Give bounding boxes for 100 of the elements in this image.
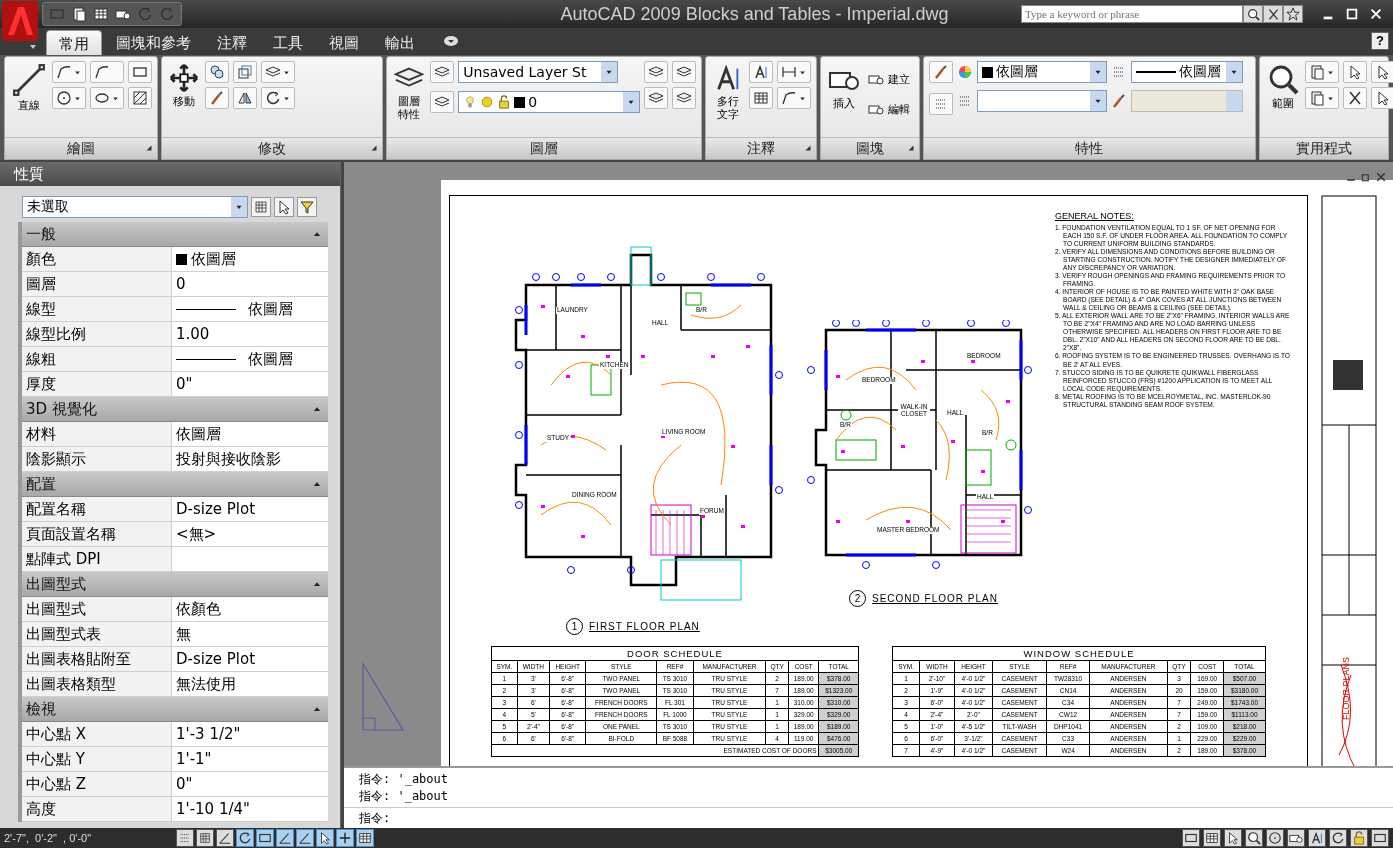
annotation-scale-button[interactable] [1308, 829, 1326, 847]
match-properties-button[interactable] [928, 61, 953, 83]
extents-button[interactable]: 範圍 [1265, 61, 1301, 113]
panel-title[interactable]: 圖塊 [821, 137, 919, 159]
line-sample [1135, 71, 1176, 73]
color-dropdown[interactable]: 依圖層 [976, 61, 1107, 83]
insert-block-button[interactable]: 插入 [826, 61, 863, 113]
panel-title[interactable]: 實用程式 [1260, 137, 1388, 159]
ribbon-tab[interactable]: 輸出 [373, 30, 427, 55]
layer-state-dropdown[interactable]: Unsaved Layer St [458, 61, 619, 83]
panel-title[interactable]: 特性 [923, 137, 1255, 159]
color-swatch [514, 96, 526, 108]
property-value[interactable]: 依顏色 [172, 597, 328, 621]
property-value[interactable]: <無> [172, 522, 328, 546]
ribbon-tab[interactable]: 常用 [46, 30, 102, 55]
move-button[interactable]: 移動 [167, 61, 201, 111]
panel-title[interactable]: 修改 [162, 137, 383, 159]
select-button[interactable] [1371, 61, 1393, 83]
cut-button[interactable] [1343, 87, 1367, 109]
property-label: 中心點 X [22, 722, 172, 746]
move-icon [169, 63, 199, 93]
property-value[interactable]: 1'-1" [172, 747, 328, 771]
property-value[interactable]: 0" [172, 772, 328, 796]
property-value[interactable]: 依圖層 [172, 347, 328, 371]
close-icon[interactable] [1375, 171, 1387, 183]
panel-title[interactable]: 繪圖 [5, 137, 157, 159]
search-icon [1246, 7, 1260, 21]
app-logo-icon[interactable] [2, 1, 38, 51]
hatch-button[interactable] [128, 87, 152, 109]
property-value[interactable]: 0 [172, 272, 328, 296]
line-icon [12, 63, 46, 97]
panel-title[interactable]: 圖層 [387, 137, 702, 159]
scale-button[interactable] [233, 61, 257, 83]
property-value[interactable]: 無 [172, 622, 328, 646]
restore-icon[interactable] [1360, 171, 1372, 183]
property-value[interactable]: 依圖層 [172, 247, 328, 271]
layer-properties-button[interactable]: 圖層特性 [392, 61, 427, 124]
circle-button[interactable] [52, 87, 86, 109]
line-button[interactable]: 直線 [10, 61, 48, 115]
select-objects-button[interactable] [274, 197, 294, 217]
ortho-toggle[interactable] [216, 829, 234, 847]
section-header[interactable]: 3D 視覺化 [22, 397, 328, 422]
create-block-button[interactable]: 建立 [866, 69, 913, 89]
layer-dropdown[interactable]: 0 [458, 91, 641, 113]
text-button[interactable]: 多行文字 [711, 61, 746, 124]
rectangle-button[interactable] [128, 61, 152, 83]
polyline-button[interactable] [52, 61, 86, 83]
copy-button[interactable] [205, 61, 229, 83]
property-label: 陰影顯示 [22, 447, 172, 471]
lineweight-dropdown[interactable]: 依圖層 [1130, 61, 1243, 83]
section-header[interactable]: 配置 [22, 472, 328, 497]
property-value[interactable]: 1'-3 1/2" [172, 722, 328, 746]
toggle-pickadd-button[interactable] [251, 197, 271, 217]
property-value[interactable]: 投射與接收陰影 [172, 447, 328, 471]
polyline-arc-button[interactable] [90, 61, 124, 83]
edit-block-button[interactable]: 編輯 [866, 99, 913, 119]
property-value[interactable]: 依圖層 [172, 297, 328, 321]
favorites-button[interactable] [1283, 5, 1303, 23]
text-style-button[interactable] [749, 61, 774, 83]
palette-title: 性質 [14, 164, 44, 184]
panel-title[interactable]: 注釋 [706, 137, 817, 159]
grid-toggle[interactable] [196, 829, 214, 847]
ribbon-tab[interactable]: 工具 [261, 30, 315, 55]
selection-dropdown[interactable]: 未選取 [22, 196, 248, 218]
schedule-title: WINDOW SCHEDULE [892, 646, 1266, 661]
property-value[interactable]: 無法使用 [172, 672, 328, 696]
property-value[interactable]: D-size Plot [172, 497, 328, 521]
ribbon-menu-icon[interactable] [443, 33, 459, 49]
property-label: 線型 [22, 297, 172, 321]
property-value[interactable]: 0" [172, 372, 328, 396]
ribbon-tab[interactable]: 視圖 [317, 30, 371, 55]
search-field[interactable]: Type a keyword or phrase [1021, 5, 1243, 23]
property-value[interactable]: 1'-10 1/4" [172, 797, 328, 821]
ribbon-tab[interactable]: 圖塊和參考 [104, 30, 203, 55]
help-button[interactable]: ? [1371, 32, 1389, 50]
lock-button[interactable] [1350, 829, 1368, 847]
section-header[interactable]: 一般 [22, 222, 328, 247]
ribbon-tab[interactable]: 注釋 [205, 30, 259, 55]
section-header[interactable]: 出圖型式 [22, 572, 328, 597]
zoom-button[interactable] [1245, 829, 1263, 847]
linetype-dropdown[interactable] [976, 90, 1107, 112]
search-button[interactable] [1243, 5, 1263, 23]
dimension-button[interactable] [777, 61, 812, 83]
section-header[interactable]: 檢視 [22, 697, 328, 722]
notes-title: GENERAL NOTES: [1055, 211, 1135, 222]
dimension-icon [781, 64, 798, 80]
plan-title: SECOND FLOOR PLAN [872, 593, 998, 604]
table-button[interactable] [749, 87, 774, 109]
property-value[interactable]: D-size Plot [172, 647, 328, 671]
maximize-icon[interactable] [1345, 7, 1359, 21]
property-value[interactable]: 1.00 [172, 322, 328, 346]
ellipse-button[interactable] [90, 87, 124, 109]
layout-button[interactable] [1203, 829, 1221, 847]
dyn-toggle[interactable] [316, 829, 334, 847]
property-value[interactable]: 依圖層 [172, 422, 328, 446]
command-history-line: 指令: '_about [359, 771, 450, 788]
mirror-icon [237, 90, 253, 106]
mirror-button[interactable] [233, 87, 257, 109]
leader-button[interactable] [777, 87, 812, 109]
color-wheel-icon [956, 64, 973, 80]
